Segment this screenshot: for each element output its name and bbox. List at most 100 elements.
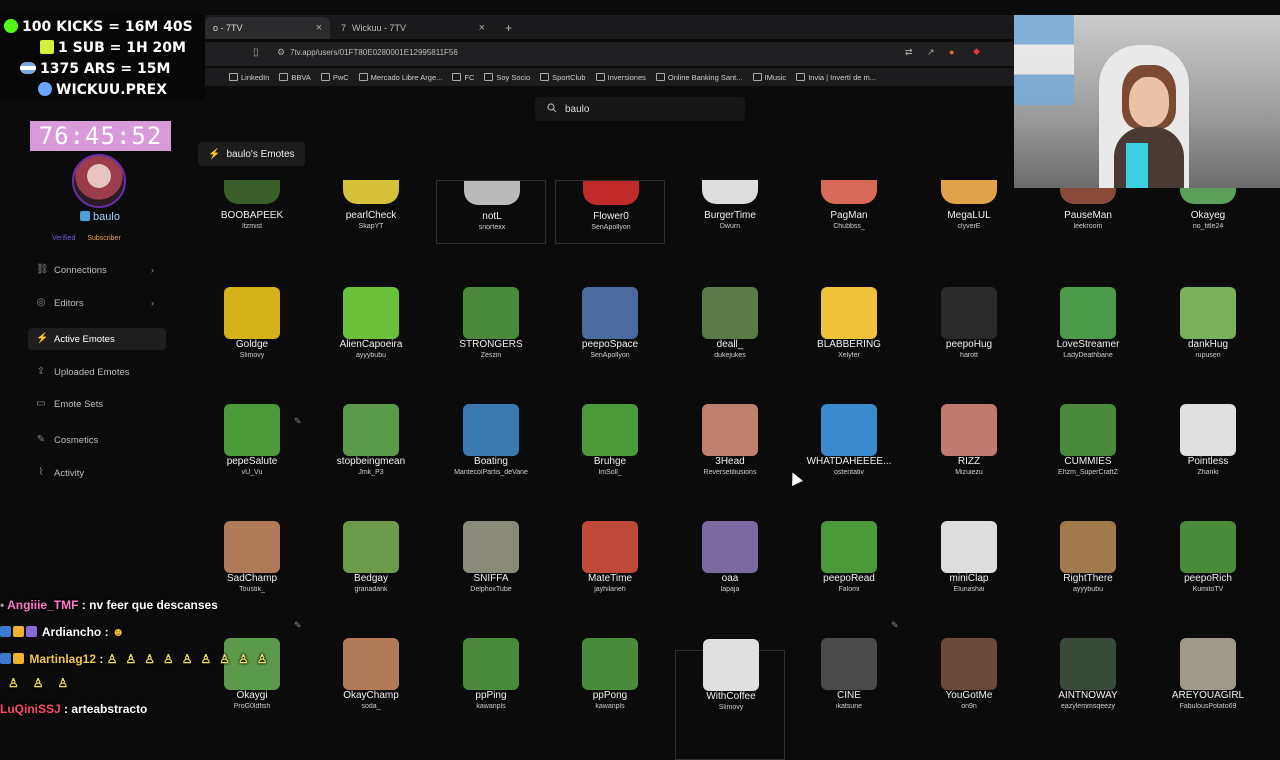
emote-owner[interactable]: Ehzm_SuperCraftZ xyxy=(1033,469,1143,476)
emote-owner[interactable]: leekroom xyxy=(1033,223,1143,230)
emote-card[interactable]: AINTNOWAY eazylemmsqeezy xyxy=(1033,638,1143,760)
emote-owner[interactable]: SenApollyon xyxy=(556,224,666,231)
emote-card[interactable]: AREYOUAGIRL FabulousPotato69 xyxy=(1153,638,1263,760)
bookmark-folder[interactable]: SportClub xyxy=(540,73,586,82)
emote-card[interactable]: notL snortexx xyxy=(436,180,546,244)
emote-card[interactable]: stopbeingmean Jmk_P3 xyxy=(316,404,426,526)
emote-card[interactable]: RightThere ayyybubu xyxy=(1033,521,1143,643)
emote-card[interactable]: Bruhge ImSoll_ xyxy=(555,404,665,526)
edit-pencil-icon[interactable]: ✎ xyxy=(891,620,899,631)
emote-owner[interactable]: kawanpls xyxy=(555,703,665,710)
emote-card[interactable]: WHATDAHEEEE... ostentativ xyxy=(794,404,904,526)
nav-editors[interactable]: ◎ Editors › xyxy=(28,292,166,314)
nav-activity[interactable]: ⌇ Activity xyxy=(28,462,166,484)
emote-card[interactable]: WithCoffee Slimovy xyxy=(675,639,786,760)
emote-owner[interactable]: on9n xyxy=(914,703,1024,710)
edit-pencil-icon[interactable]: ✎ xyxy=(294,416,302,427)
emote-owner[interactable]: SenApollyon xyxy=(555,352,665,359)
translate-icon[interactable]: ⇄ xyxy=(905,47,913,58)
emote-card[interactable]: STRONGERS Zeszin xyxy=(436,287,546,409)
emote-card[interactable]: PauseMan leekroom xyxy=(1033,180,1143,244)
emote-owner[interactable]: soda_ xyxy=(316,703,426,710)
emote-card[interactable]: Bedgay granadank xyxy=(316,521,426,643)
close-tab-icon[interactable]: × xyxy=(479,22,485,34)
emote-card[interactable]: BLABBERING Xelyfer xyxy=(794,287,904,409)
address-bar-url[interactable]: 7tv.app/users/01FT80E0280001E12995811F56 xyxy=(290,48,458,57)
emote-owner[interactable]: Jmk_P3 xyxy=(316,469,426,476)
emote-owner[interactable]: clyverE xyxy=(914,223,1024,230)
emote-owner[interactable]: DelphoxTube xyxy=(436,586,546,593)
close-tab-icon[interactable]: × xyxy=(316,22,322,34)
search-input[interactable]: baulo xyxy=(535,97,745,121)
emote-owner[interactable]: Dwurn xyxy=(675,223,785,230)
emote-owner[interactable]: SkapYT xyxy=(316,223,426,230)
emote-card[interactable]: peepoSpace SenApollyon xyxy=(555,287,665,409)
emote-owner[interactable]: jayhilaneh xyxy=(555,586,665,593)
emote-card[interactable]: Flower0 SenApollyon xyxy=(555,180,665,244)
browser-tab[interactable]: 7 Wickuu - 7TV × xyxy=(333,17,493,39)
emote-owner[interactable]: Slimovy xyxy=(676,704,786,711)
emote-owner[interactable]: eazylemmsqeezy xyxy=(1033,703,1143,710)
bookmark-item[interactable]: Mercado Libre Arge... xyxy=(358,73,442,82)
nav-active-emotes[interactable]: ⚡ Active Emotes xyxy=(28,328,166,350)
emote-owner[interactable]: harott xyxy=(914,352,1024,359)
emote-card[interactable]: ppPing kawanpls xyxy=(436,638,546,760)
emote-owner[interactable]: dukejukes xyxy=(675,352,785,359)
emote-owner[interactable]: Itzmist xyxy=(197,223,307,230)
share-icon[interactable]: ↗ xyxy=(927,47,935,58)
emote-owner[interactable]: LadyDeathbane xyxy=(1033,352,1143,359)
emote-card[interactable]: peepoHug harott xyxy=(914,287,1024,409)
emote-card[interactable]: BurgerTime Dwurn xyxy=(675,180,785,244)
emote-owner[interactable]: Zhanki xyxy=(1153,469,1263,476)
emote-card[interactable]: PagMan Chubbss_ xyxy=(794,180,904,244)
emote-card[interactable]: Boating MantecolPartis_deVane xyxy=(436,404,546,526)
emote-card[interactable]: Pointless Zhanki xyxy=(1153,404,1263,526)
emote-owner[interactable]: Reversetiliusions xyxy=(675,469,785,476)
emote-card[interactable]: Okaygi ProG0ldfish xyxy=(197,638,307,760)
bookmark-item[interactable]: LinkedIn xyxy=(229,73,269,82)
nav-connections[interactable]: ⛓ Connections › xyxy=(28,259,166,281)
emote-card[interactable]: dankHug rupusen xyxy=(1153,287,1263,409)
site-info-icon[interactable]: ⚙ xyxy=(277,47,285,58)
nav-cosmetics[interactable]: ✎ Cosmetics xyxy=(28,429,166,451)
emote-card[interactable]: SadChamp Toustik_ xyxy=(197,521,307,643)
emote-card[interactable]: YouGotMe on9n xyxy=(914,638,1024,760)
bookmark-item[interactable]: BBVA xyxy=(279,73,311,82)
browser-tab-active[interactable]: o - 7TV × xyxy=(205,17,330,39)
bookmark-folder[interactable]: FC xyxy=(452,73,474,82)
emote-owner[interactable]: kawanpls xyxy=(436,703,546,710)
emote-card[interactable]: miniClap Elunashai xyxy=(914,521,1024,643)
emote-owner[interactable]: ayyybubu xyxy=(1033,586,1143,593)
nav-uploaded-emotes[interactable]: ⇪ Uploaded Emotes xyxy=(28,361,166,383)
emote-owner[interactable]: MantecolPartis_deVane xyxy=(436,469,546,476)
bookmark-item[interactable]: Soy Socio xyxy=(484,73,530,82)
emote-card[interactable]: MateTime jayhilaneh xyxy=(555,521,665,643)
new-tab-button[interactable]: + xyxy=(497,17,521,39)
emote-card[interactable]: Okayeg no_title24 xyxy=(1153,180,1263,244)
emote-owner[interactable]: Mizuiezu xyxy=(914,469,1024,476)
emote-owner[interactable]: Chubbss_ xyxy=(794,223,904,230)
emote-owner[interactable]: ImSoll_ xyxy=(555,469,665,476)
nav-emote-sets[interactable]: ▭ Emote Sets xyxy=(28,393,166,415)
emote-card[interactable]: BOOBAPEEK Itzmist xyxy=(197,180,307,244)
bookmark-item[interactable]: Online Banking Sant... xyxy=(655,73,743,82)
emote-card[interactable]: MegaLUL clyverE xyxy=(914,180,1024,244)
emote-owner[interactable]: lapaja xyxy=(675,586,785,593)
emote-owner[interactable]: granadank xyxy=(316,586,426,593)
emote-owner[interactable]: ostentativ xyxy=(794,469,904,476)
emote-card[interactable]: OkayChamp soda_ xyxy=(316,638,426,760)
edit-pencil-icon[interactable]: ✎ xyxy=(294,620,302,631)
emote-card[interactable]: pearlCheck SkapYT xyxy=(316,180,426,244)
emote-owner[interactable]: KumitoTV xyxy=(1153,586,1263,593)
emote-card[interactable]: 3Head Reversetiliusions xyxy=(675,404,785,526)
extension-icon[interactable]: ◆ xyxy=(973,46,980,57)
bookmark-icon[interactable]: ▯ xyxy=(253,47,259,58)
emote-card[interactable]: peepoRead Falomi xyxy=(794,521,904,643)
emote-owner[interactable]: Slimovy xyxy=(197,352,307,359)
emote-card[interactable]: LoveStreamer LadyDeathbane xyxy=(1033,287,1143,409)
bookmark-item[interactable]: Invia | Invertí de m... xyxy=(796,73,876,82)
emote-card[interactable]: peepoRich KumitoTV xyxy=(1153,521,1263,643)
emote-owner[interactable]: Falomi xyxy=(794,586,904,593)
emote-card[interactable]: oaa lapaja xyxy=(675,521,785,643)
emote-card[interactable]: AlienCapoeira ayyybubu xyxy=(316,287,426,409)
